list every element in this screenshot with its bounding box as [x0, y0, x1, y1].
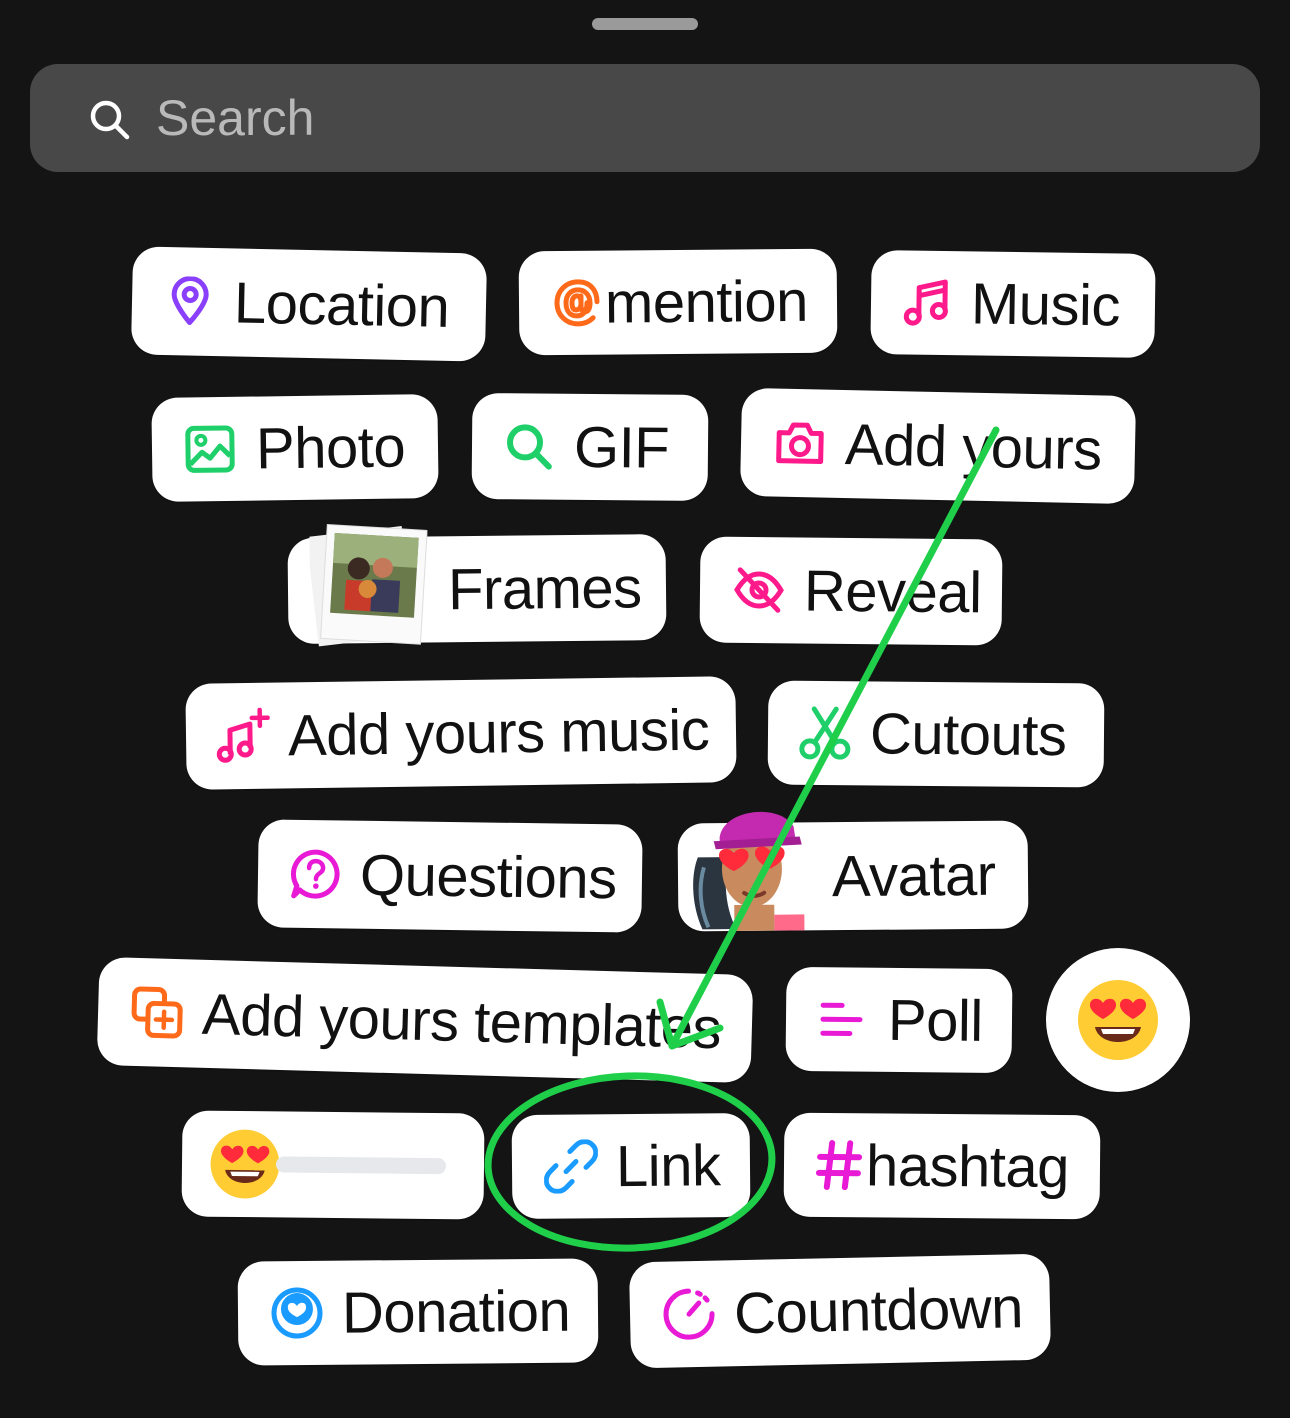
sticker-donation[interactable]: Donation — [237, 1258, 599, 1366]
sticker-add-yours-templates[interactable]: Add yours templates — [96, 956, 754, 1084]
sticker-add-yours[interactable]: Add yours — [739, 387, 1137, 505]
music-plus-icon — [216, 707, 271, 765]
sticker-add-yours-label: Add yours — [844, 411, 1103, 482]
sticker-gif-label: GIF — [573, 414, 670, 481]
sticker-location-label: Location — [233, 269, 450, 340]
sticker-add-yours-templates-label: Add yours templates — [201, 981, 723, 1061]
scissors-icon — [798, 705, 852, 761]
sticker-hashtag[interactable]: hashtag — [783, 1112, 1101, 1220]
poll-bars-icon — [820, 999, 864, 1039]
sticker-questions[interactable]: Questions — [257, 819, 643, 933]
gif-search-icon — [504, 421, 554, 471]
sticker-photo[interactable]: Photo — [151, 394, 439, 502]
sticker-music[interactable]: Music — [870, 250, 1156, 358]
sticker-link[interactable]: Link — [511, 1112, 751, 1220]
templates-add-icon — [129, 985, 184, 1040]
photo-icon — [184, 424, 237, 475]
sticker-poll-label: Poll — [887, 987, 984, 1054]
sticker-donation-label: Donation — [341, 1278, 571, 1346]
avatar-image — [683, 796, 816, 932]
countdown-timer-icon — [661, 1287, 716, 1342]
sticker-frames-label: Frames — [447, 554, 642, 622]
sticker-emoji-slider[interactable] — [181, 1110, 485, 1220]
sticker-frames[interactable]: Frames — [287, 523, 667, 647]
sticker-poll[interactable]: Poll — [785, 966, 1013, 1074]
sticker-location[interactable]: Location — [130, 246, 488, 362]
sticker-countdown[interactable]: Countdown — [628, 1253, 1052, 1369]
heart-eyes-emoji-icon — [208, 1127, 283, 1202]
camera-icon — [773, 419, 828, 468]
search-bar[interactable] — [30, 64, 1260, 172]
sticker-gif[interactable]: GIF — [471, 392, 709, 502]
sticker-avatar[interactable]: Avatar — [677, 811, 1029, 932]
sheet-drag-handle[interactable] — [592, 18, 698, 30]
emoji-slider-track[interactable] — [275, 1156, 447, 1175]
sticker-hashtag-label: hashtag — [865, 1132, 1070, 1200]
heart-eyes-emoji-icon — [1075, 977, 1161, 1063]
sticker-mention-label: mention — [604, 268, 809, 336]
search-input[interactable] — [156, 86, 1236, 150]
location-pin-icon — [170, 276, 211, 327]
sticker-cutouts[interactable]: Cutouts — [767, 680, 1105, 788]
sticker-emoji-reaction[interactable] — [1046, 948, 1190, 1092]
sticker-avatar-label: Avatar — [831, 842, 996, 909]
sticker-music-label: Music — [970, 270, 1121, 338]
link-chain-icon — [543, 1139, 599, 1194]
sticker-reveal-label: Reveal — [803, 558, 982, 625]
search-icon — [90, 100, 130, 140]
sticker-add-yours-music[interactable]: Add yours music — [185, 676, 737, 790]
donation-heart-icon — [270, 1286, 324, 1340]
sticker-add-yours-music-label: Add yours music — [287, 697, 710, 768]
sticker-mention[interactable]: mention — [518, 248, 838, 356]
hashtag-icon — [815, 1140, 863, 1191]
mention-at-icon — [553, 278, 601, 328]
sticker-photo-label: Photo — [255, 413, 406, 482]
sticker-questions-label: Questions — [359, 842, 618, 911]
sticker-countdown-label: Countdown — [733, 1274, 1024, 1346]
music-note-icon — [903, 277, 952, 328]
sticker-link-label: Link — [615, 1132, 721, 1199]
sticker-cutouts-label: Cutouts — [869, 700, 1067, 768]
frames-polaroid-icon — [309, 523, 428, 648]
sticker-reveal[interactable]: Reveal — [699, 536, 1003, 646]
question-bubble-icon — [290, 848, 343, 901]
eye-slash-icon — [732, 566, 786, 615]
